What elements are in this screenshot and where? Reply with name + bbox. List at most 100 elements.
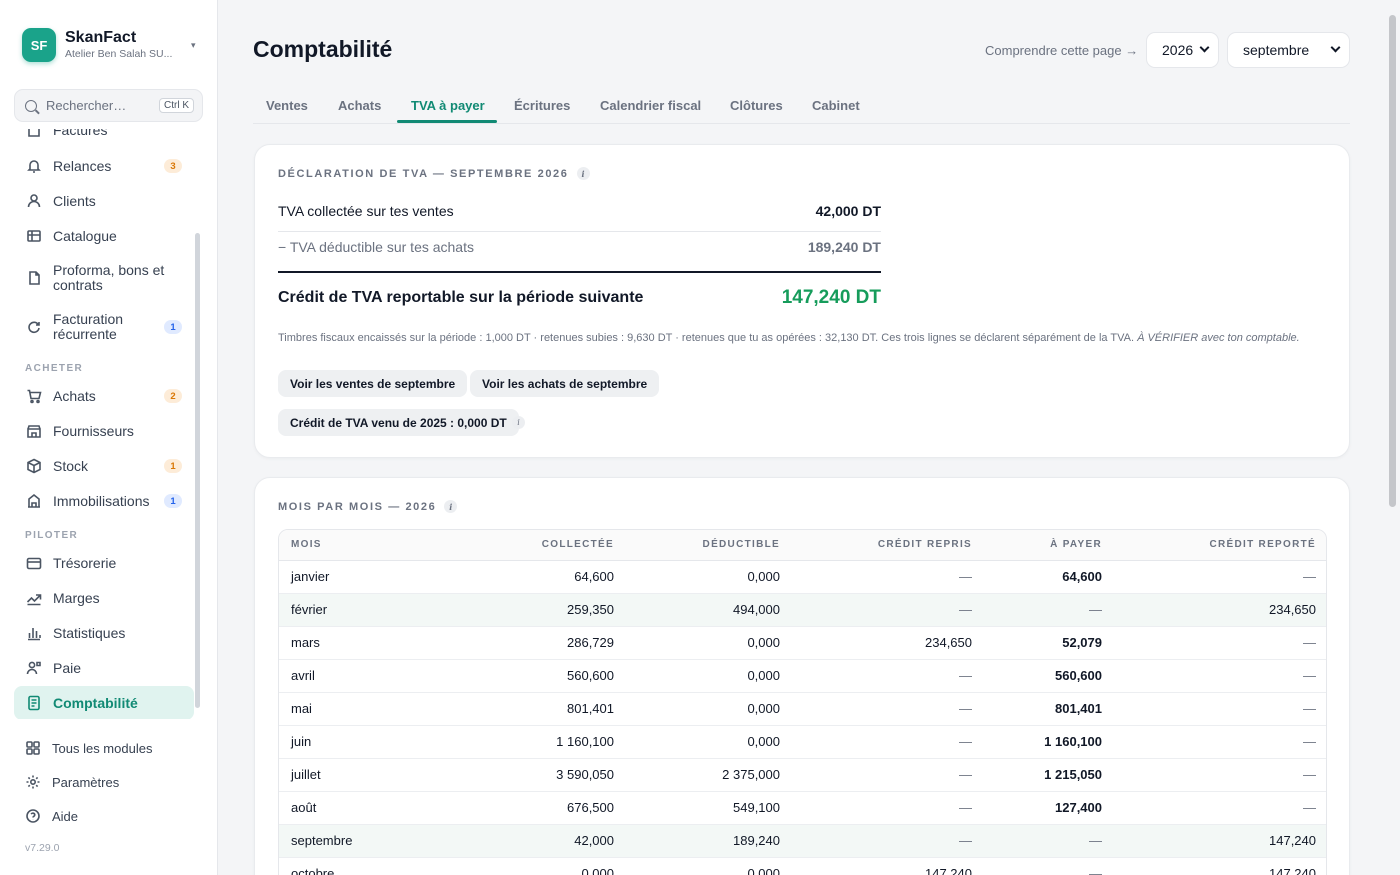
table-row[interactable]: septembre 42,000 189,240— —147,240: [279, 824, 1326, 858]
table-row[interactable]: mars 286,729 0,000 234,650 52,079—: [279, 626, 1326, 660]
view-purchases-button[interactable]: Voir les achats de septembre: [470, 370, 660, 397]
table-row[interactable]: mai 801,401 0,000—801,401—: [279, 692, 1326, 726]
help-link-sidebar[interactable]: Aide: [25, 808, 78, 824]
tab-achats[interactable]: Achats: [338, 98, 381, 113]
search-input[interactable]: [46, 98, 159, 113]
box-icon: [26, 458, 42, 474]
sidebar-scrollbar[interactable]: [195, 233, 200, 708]
sidebar-item-statistiques[interactable]: Statistiques: [14, 615, 194, 651]
previous-credit-button[interactable]: Crédit de TVA venu de 2025 : 0,000 DT: [278, 409, 519, 436]
fiscal-note-warning: À VÉRIFIER avec ton comptable.: [1137, 332, 1300, 344]
table-cell-deductible: 549,100: [626, 791, 792, 825]
sidebar-item-catalogue[interactable]: Catalogue: [14, 218, 194, 254]
column-header[interactable]: MOIS: [279, 530, 459, 561]
vat-declaration-card: DÉCLARATION DE TVA — SEPTEMBRE 2026 i TV…: [254, 144, 1350, 458]
table-row[interactable]: août 676,500 549,100—127,400—: [279, 791, 1326, 825]
table-cell-collected: 286,729: [459, 626, 626, 660]
app-logo: SF: [22, 28, 56, 62]
tab-ecritures[interactable]: Écritures: [514, 98, 570, 113]
sidebar-item-achats[interactable]: Achats 2: [14, 378, 194, 414]
table-cell-to-pay: 64,600: [984, 560, 1114, 594]
info-icon[interactable]: i: [512, 416, 525, 429]
table-cell-deductible: 0,000: [626, 857, 792, 875]
table-cell-credit-taken: —: [792, 791, 984, 825]
sidebar-item-facturation-recurrente[interactable]: Facturation récurrente 1: [14, 309, 194, 345]
column-header[interactable]: CRÉDIT REPRIS: [792, 530, 984, 561]
sidebar-item-paie[interactable]: Paie: [14, 650, 194, 686]
tab-calendrier-fiscal[interactable]: Calendrier fiscal: [600, 98, 701, 113]
table-cell-deductible: 189,240: [626, 824, 792, 858]
tab-bar: Ventes Achats TVA à payer Écritures Cale…: [253, 88, 1350, 124]
invoice-icon: [26, 129, 42, 138]
tab-ventes[interactable]: Ventes: [266, 98, 308, 113]
table-cell-to-pay: —: [984, 824, 1114, 858]
table-cell-deductible: 2 375,000: [626, 758, 792, 792]
sidebar-item-clients[interactable]: Clients: [14, 183, 194, 219]
sidebar-item-relances[interactable]: Relances 3: [14, 148, 194, 184]
table-cell-deductible: 494,000: [626, 593, 792, 627]
month-select[interactable]: septembre: [1227, 32, 1350, 68]
table-cell-deductible: 0,000: [626, 626, 792, 660]
company-name: Atelier Ben Salah SU...: [65, 48, 173, 60]
table-cell-deductible: 0,000: [626, 659, 792, 693]
sidebar-item-proforma[interactable]: Proforma, bons et contrats: [14, 260, 194, 296]
sidebar-item-immobilisations[interactable]: Immobilisations 1: [14, 483, 194, 519]
year-value: 2026: [1162, 42, 1194, 58]
table-row[interactable]: juillet 3 590,050 2 375,000—1 215,050—: [279, 758, 1326, 792]
table-row[interactable]: octobre 0,000 0,000 147,240—147,240: [279, 857, 1326, 875]
table-cell-deductible: 0,000: [626, 560, 792, 594]
table-cell-month: janvier: [279, 560, 459, 594]
info-icon[interactable]: i: [576, 167, 590, 180]
column-header[interactable]: CRÉDIT REPORTÉ: [1114, 530, 1326, 561]
sidebar-item-marges[interactable]: Marges: [14, 580, 194, 616]
sidebar-item-stock[interactable]: Stock 1: [14, 448, 194, 484]
table-cell-collected: 259,350: [459, 593, 626, 627]
table-cell-month: juillet: [279, 758, 459, 792]
table-row[interactable]: juin 1 160,100 0,000—1 160,100—: [279, 725, 1326, 759]
caret-down-icon[interactable]: ▾: [191, 40, 196, 51]
settings-link[interactable]: Paramètres: [25, 774, 119, 790]
search-box[interactable]: Ctrl K: [14, 89, 203, 122]
table-cell-collected: 64,600: [459, 560, 626, 594]
table-cell-credit-carried: —: [1114, 725, 1326, 759]
tab-clotures[interactable]: Clôtures: [730, 98, 783, 113]
sidebar-item-label: Statistiques: [53, 624, 126, 641]
table-cell-credit-taken: —: [792, 758, 984, 792]
chevron-down-icon: [1199, 42, 1210, 53]
count-badge: 1: [164, 494, 182, 508]
column-header[interactable]: COLLECTÉE: [459, 530, 626, 561]
section-label-acheter: ACHETER: [25, 363, 84, 374]
tab-cabinet[interactable]: Cabinet: [812, 98, 860, 113]
column-header[interactable]: DÉDUCTIBLE: [626, 530, 792, 561]
search-icon: [25, 99, 37, 112]
count-badge: 2: [164, 389, 182, 403]
year-select[interactable]: 2026: [1146, 32, 1219, 68]
all-modules-link[interactable]: Tous les modules: [25, 740, 152, 756]
user-icon: [26, 193, 42, 209]
column-header[interactable]: À PAYER: [984, 530, 1114, 561]
ledger-icon: [26, 695, 42, 711]
app-version: v7.29.0: [25, 842, 60, 854]
page-scrollbar-thumb[interactable]: [1389, 15, 1396, 507]
view-sales-button[interactable]: Voir les ventes de septembre: [278, 370, 468, 397]
fiscal-note-text: Timbres fiscaux encaissés sur la période…: [278, 332, 1135, 344]
sidebar-item-tresorerie[interactable]: Trésorerie: [14, 545, 194, 581]
table-row[interactable]: février 259,350 494,000— —234,650: [279, 593, 1326, 627]
understand-page-link[interactable]: Comprendre cette page →: [985, 43, 1138, 58]
total-divider: [278, 271, 881, 273]
table-cell-credit-taken: —: [792, 593, 984, 627]
table-cell-month: avril: [279, 659, 459, 693]
workspace-switcher[interactable]: SF SkanFact Atelier Ben Salah SU... ▾: [22, 28, 200, 62]
tab-tva-a-payer[interactable]: TVA à payer: [411, 98, 485, 113]
sidebar-item-fournisseurs[interactable]: Fournisseurs: [14, 413, 194, 449]
table-icon: [26, 228, 42, 244]
table-row[interactable]: janvier 64,600 0,000—64,600—: [279, 560, 1326, 594]
sidebar-item-comptabilite[interactable]: Comptabilité: [14, 686, 194, 719]
card-heading: DÉCLARATION DE TVA — SEPTEMBRE 2026 i: [278, 167, 590, 180]
table-header-row: MOIS COLLECTÉE DÉDUCTIBLE CRÉDIT REPRIS …: [279, 530, 1326, 561]
refresh-icon: [26, 319, 42, 335]
table-cell-credit-taken: —: [792, 560, 984, 594]
table-row[interactable]: avril 560,600 0,000—560,600—: [279, 659, 1326, 693]
info-icon[interactable]: i: [444, 500, 458, 513]
sidebar-item-factures[interactable]: Factures: [14, 129, 194, 140]
